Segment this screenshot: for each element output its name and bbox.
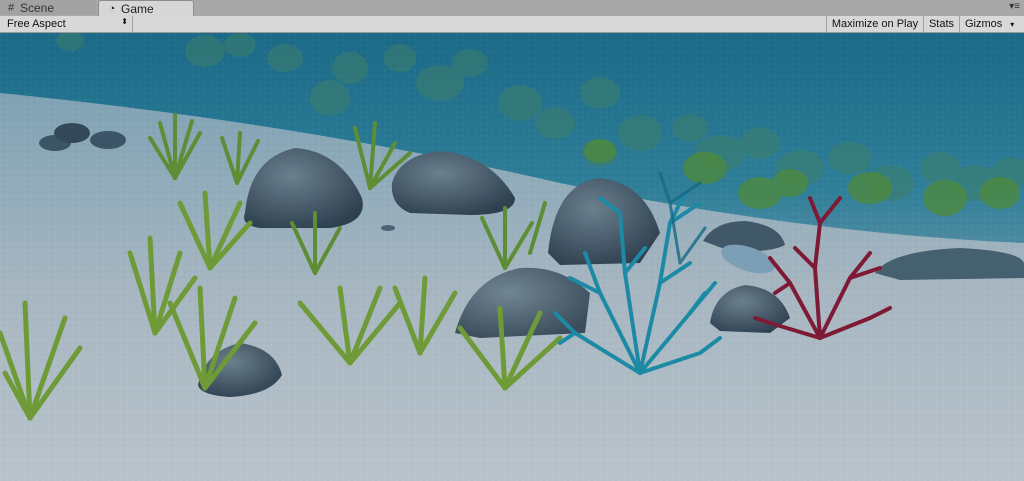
- maximize-on-play-button[interactable]: Maximize on Play: [826, 16, 923, 32]
- gizmos-label: Gizmos: [965, 18, 1003, 30]
- panel-menu-icon[interactable]: ▾≡: [1009, 2, 1020, 12]
- game-toolbar: Free Aspect ⬍ Maximize on Play Stats Giz…: [0, 16, 1024, 33]
- pacman-icon: ◔: [108, 2, 116, 15]
- chevron-down-icon: ▾: [1010, 19, 1015, 29]
- tab-strip: # Scene ◔ Game ▾≡: [0, 0, 1024, 17]
- stats-label: Stats: [928, 18, 955, 30]
- maximize-label: Maximize on Play: [831, 18, 919, 30]
- underwater-scene: [0, 33, 1024, 481]
- tab-game[interactable]: ◔ Game: [98, 0, 194, 16]
- gizmos-dropdown[interactable]: Gizmos ▾: [959, 16, 1019, 32]
- grid-icon: #: [7, 1, 15, 14]
- stats-button[interactable]: Stats: [923, 16, 959, 32]
- aspect-dropdown[interactable]: Free Aspect ⬍: [2, 16, 133, 32]
- updown-arrow-icon: ⬍: [121, 17, 128, 26]
- tab-scene-label: Scene: [20, 0, 55, 15]
- tab-game-label: Game: [121, 1, 154, 16]
- aspect-value: Free Aspect: [7, 18, 66, 30]
- tab-scene[interactable]: # Scene: [0, 0, 96, 15]
- game-viewport[interactable]: [0, 33, 1024, 481]
